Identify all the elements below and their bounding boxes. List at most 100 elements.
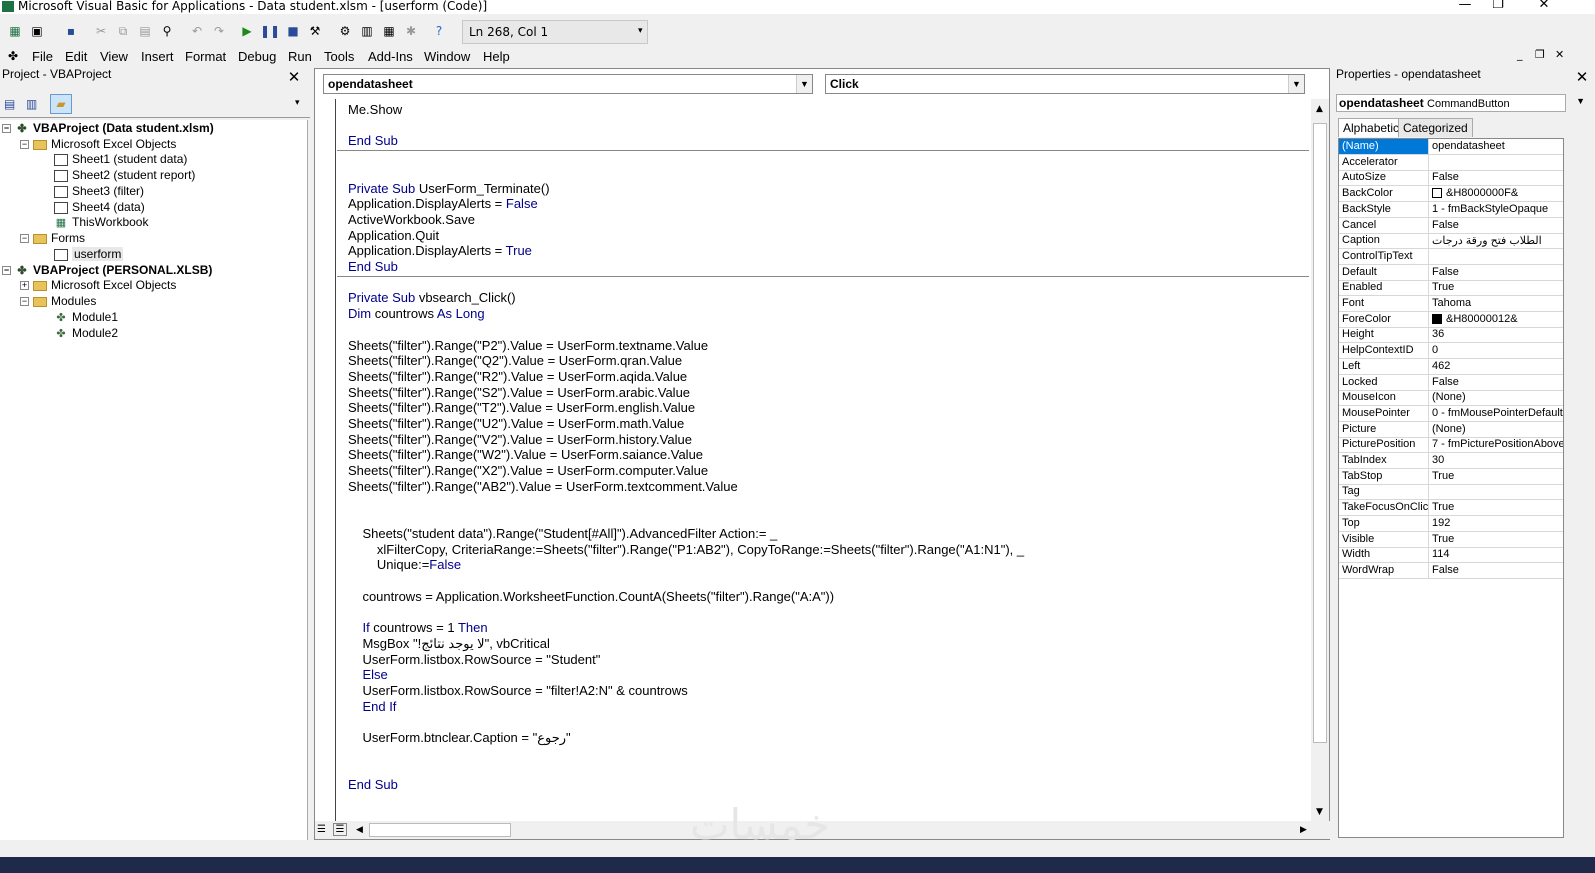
procedure-combo[interactable]: Click ▼ [825, 74, 1305, 94]
cut-icon[interactable]: ✂ [92, 22, 110, 40]
menu-view[interactable]: View [100, 49, 128, 64]
tree-node-sheet4[interactable]: Sheet4 (data) [54, 200, 145, 216]
project-close-icon[interactable]: ✕ [286, 70, 302, 86]
tree-node-module1[interactable]: ✤ Module1 [54, 310, 118, 326]
property-row[interactable]: MouseIcon (None) [1339, 390, 1563, 407]
property-row[interactable]: Tag [1339, 484, 1563, 501]
tab-categorized[interactable]: Categorized [1398, 118, 1473, 137]
toolbar-options-chevron-icon[interactable]: ▾ [638, 26, 643, 36]
insert-userform-icon[interactable]: ▣ [28, 22, 46, 40]
property-value[interactable]: False [1430, 563, 1563, 578]
child-minimize-icon[interactable]: _ [1517, 48, 1523, 61]
tree-node-sheet1[interactable]: Sheet1 (student data) [54, 152, 187, 168]
design-mode-icon[interactable]: ⚒ [306, 22, 324, 40]
property-value[interactable]: True [1430, 280, 1563, 295]
property-value[interactable]: &H80000012& [1430, 312, 1563, 327]
tab-alphabetic[interactable]: Alphabetic [1338, 118, 1405, 137]
property-row[interactable]: ForeColor &H80000012& [1339, 311, 1563, 328]
property-value[interactable] [1430, 484, 1563, 499]
child-restore-icon[interactable]: ❐ [1535, 48, 1545, 61]
break-icon[interactable]: ❚❚ [260, 22, 280, 40]
property-value[interactable]: False [1430, 170, 1563, 185]
property-row[interactable]: AutoSize False [1339, 170, 1563, 187]
property-row[interactable]: TakeFocusOnClick True [1339, 500, 1563, 517]
undo-icon[interactable]: ↶ [188, 22, 206, 40]
property-value[interactable] [1430, 155, 1563, 170]
scroll-thumb[interactable] [1313, 123, 1327, 743]
object-browser-icon[interactable]: ▦ [380, 22, 398, 40]
hscroll-thumb[interactable] [369, 823, 511, 837]
property-value[interactable]: 192 [1430, 516, 1563, 531]
menu-file[interactable]: File [32, 49, 53, 64]
view-code-icon[interactable]: ▤ [4, 97, 15, 111]
property-row[interactable]: Font Tahoma [1339, 296, 1563, 312]
property-value[interactable]: 462 [1430, 359, 1563, 374]
properties-close-icon[interactable]: ✕ [1574, 70, 1590, 86]
excel-view-icon[interactable]: ▦ [6, 22, 24, 40]
menu-edit[interactable]: Edit [65, 49, 87, 64]
property-row[interactable]: Accelerator [1339, 154, 1563, 171]
reset-icon[interactable]: ■ [284, 22, 302, 40]
tree-node-excel-objects[interactable]: − Microsoft Excel Objects [20, 137, 176, 153]
property-value[interactable]: 36 [1430, 327, 1563, 342]
property-value[interactable]: 0 [1430, 343, 1563, 358]
property-value[interactable]: False [1430, 218, 1563, 233]
scroll-right-icon[interactable]: ▶ [1295, 822, 1312, 839]
menu-format[interactable]: Format [185, 49, 226, 64]
menu-tools[interactable]: Tools [324, 49, 354, 64]
property-value[interactable]: False [1430, 265, 1563, 280]
property-row[interactable]: (Name) opendatasheet [1339, 139, 1563, 155]
project-explorer-icon[interactable]: ⚙ [336, 22, 354, 40]
paste-icon[interactable]: ▤ [136, 22, 154, 40]
property-row[interactable]: PicturePosition 7 - fmPicturePositionAbov… [1339, 437, 1563, 454]
property-value[interactable]: True [1430, 469, 1563, 484]
code-vertical-scrollbar[interactable]: ▲ ▼ [1311, 99, 1329, 823]
tree-node-forms[interactable]: − Forms [20, 231, 85, 247]
collapse-icon[interactable]: − [2, 266, 11, 276]
property-row[interactable]: TabIndex 30 [1339, 453, 1563, 469]
property-row[interactable]: Default False [1339, 264, 1563, 281]
property-row[interactable]: Cancel False [1339, 217, 1563, 234]
property-row[interactable]: Top 192 [1339, 515, 1563, 532]
copy-icon[interactable]: ⧉ [114, 22, 132, 40]
tree-node-vbaproject-data[interactable]: − ✤ VBAProject (Data student.xlsm) [2, 121, 214, 137]
redo-icon[interactable]: ↷ [210, 22, 228, 40]
property-row[interactable]: Enabled True [1339, 280, 1563, 297]
property-row[interactable]: Height 36 [1339, 327, 1563, 344]
property-row[interactable]: Caption الطلاب فتح ورقة درجات [1339, 233, 1563, 250]
scroll-down-icon[interactable]: ▼ [1311, 804, 1328, 821]
property-value[interactable]: 30 [1430, 453, 1563, 468]
find-icon[interactable]: ⚲ [158, 22, 176, 40]
chevron-down-icon[interactable]: ▼ [796, 75, 812, 93]
procedure-view-icon[interactable]: ☰ [317, 824, 326, 835]
tree-node-thisworkbook[interactable]: ▦ ThisWorkbook [54, 215, 149, 231]
tree-node-sheet2[interactable]: Sheet2 (student report) [54, 168, 195, 184]
menu-window[interactable]: Window [424, 49, 470, 64]
property-value[interactable]: 1 - fmBackStyleOpaque [1430, 202, 1563, 217]
run-icon[interactable]: ▶ [238, 22, 256, 40]
child-close-icon[interactable]: ✕ [1555, 48, 1564, 61]
collapse-icon[interactable]: − [20, 297, 29, 307]
scroll-up-icon[interactable]: ▲ [1311, 101, 1328, 118]
collapse-icon[interactable]: − [2, 124, 11, 134]
chevron-down-icon[interactable]: ▼ [1576, 96, 1585, 106]
properties-object-combo[interactable]: opendatasheet CommandButton ▼ [1336, 94, 1585, 112]
scroll-left-icon[interactable]: ◀ [351, 822, 368, 839]
view-object-icon[interactable]: ▥ [26, 97, 37, 111]
property-value[interactable]: (None) [1430, 422, 1563, 437]
properties-window-icon[interactable]: ▥ [358, 22, 376, 40]
project-scroll-icon[interactable]: ▾ [295, 98, 300, 108]
property-value[interactable] [1430, 249, 1563, 264]
restore-button[interactable]: ❐ [1478, 0, 1518, 13]
object-combo[interactable]: opendatasheet ▼ [323, 74, 813, 94]
property-value[interactable]: True [1430, 500, 1563, 515]
property-value[interactable]: (None) [1430, 390, 1563, 405]
property-value[interactable]: Tahoma [1430, 296, 1563, 311]
tree-node-userform[interactable]: userform [54, 247, 124, 263]
property-row[interactable]: Locked False [1339, 374, 1563, 391]
menu-insert[interactable]: Insert [141, 49, 174, 64]
close-button[interactable]: ✕ [1524, 0, 1564, 13]
tree-node-vbaproject-personal[interactable]: − ✤ VBAProject (PERSONAL.XLSB) [2, 263, 212, 279]
expand-icon[interactable]: + [20, 281, 29, 291]
menu-help[interactable]: Help [483, 49, 510, 64]
